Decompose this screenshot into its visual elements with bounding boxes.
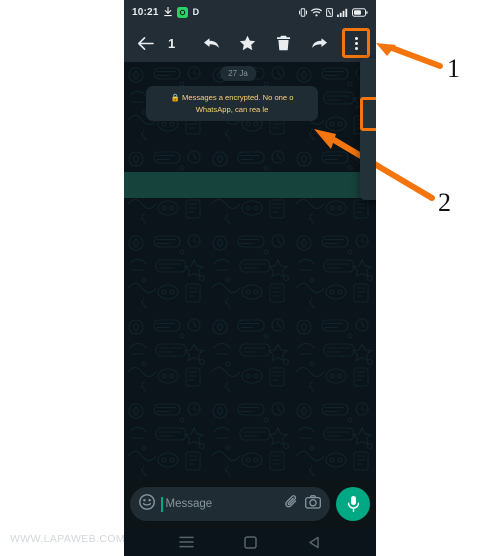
home-button[interactable] [244,535,258,549]
encryption-notice-text: Messages a encrypted. No one o WhatsApp,… [182,93,294,114]
callout-arrow-1 [376,43,443,69]
home-square-icon [244,535,258,549]
overflow-menu-button[interactable] [342,28,370,58]
date-divider-chip: 27 Ja [220,66,256,81]
status-bar: 10:21 D [124,0,376,24]
menu-item-edit[interactable]: Edit [360,131,376,163]
forward-arrow-icon [311,37,327,48]
wifi-icon [311,7,322,17]
menu-item-pin[interactable]: Pin [360,163,376,195]
three-dots-vertical-icon [354,36,358,50]
lock-icon: 🔒 [170,93,180,102]
reply-button[interactable] [196,28,226,58]
chat-message-area: 27 Ja 🔒 Messages a encrypted. No one o W… [124,62,376,480]
vibrate-icon [299,7,307,17]
trash-icon [276,35,290,51]
selection-action-toolbar: 1 [124,24,376,62]
menu-item-info[interactable]: Info [360,65,376,97]
message-input-placeholder: Message [165,498,213,510]
voice-record-button[interactable] [336,487,370,521]
toolbar-actions [196,28,370,58]
phone-screen: 10:21 D 1 27 Ja 🔒 Messages a encrypted. … [124,0,376,556]
callout-number-2: 2 [438,188,451,217]
recents-menu-icon [179,536,194,548]
android-navigation-bar [124,528,376,556]
status-clock: 10:21 [132,6,159,18]
forward-button[interactable] [304,28,334,58]
reply-arrow-icon [203,37,219,48]
camera-icon[interactable] [305,494,321,514]
selected-count-label: 1 [168,35,176,51]
microphone-icon [347,496,359,513]
download-icon [163,7,172,17]
signal-bars-icon [337,8,348,17]
star-icon [239,35,255,51]
sim-icon [326,7,333,17]
back-button[interactable] [130,28,160,58]
smiley-icon[interactable] [139,493,155,515]
message-compose-bar: Message [124,480,376,528]
battery-icon [352,7,368,17]
doodle-background [124,62,376,480]
selected-message-highlight[interactable] [124,172,376,198]
back-nav-button[interactable] [308,536,321,549]
back-triangle-icon [309,536,319,548]
back-arrow-icon [137,36,154,50]
overflow-dropdown-menu: Info Copy Edit Pin [360,58,376,200]
copy-menu-item[interactable]: Copy [360,97,376,131]
star-button[interactable] [232,28,262,58]
delete-button[interactable] [268,28,298,58]
callout-number-1: 1 [447,54,460,83]
site-watermark: WWW.LAPAWEB.COM [10,533,126,545]
d-letter-icon: D [192,7,200,17]
status-bar-right [299,7,368,17]
text-cursor [161,496,163,512]
green-app-chip-icon [176,6,188,18]
status-bar-left: 10:21 D [132,6,200,18]
recents-button[interactable] [179,536,194,548]
encryption-notice-bubble: 🔒 Messages a encrypted. No one o WhatsAp… [146,86,318,121]
paperclip-icon[interactable] [284,494,299,514]
message-input-pill[interactable]: Message [130,487,330,521]
